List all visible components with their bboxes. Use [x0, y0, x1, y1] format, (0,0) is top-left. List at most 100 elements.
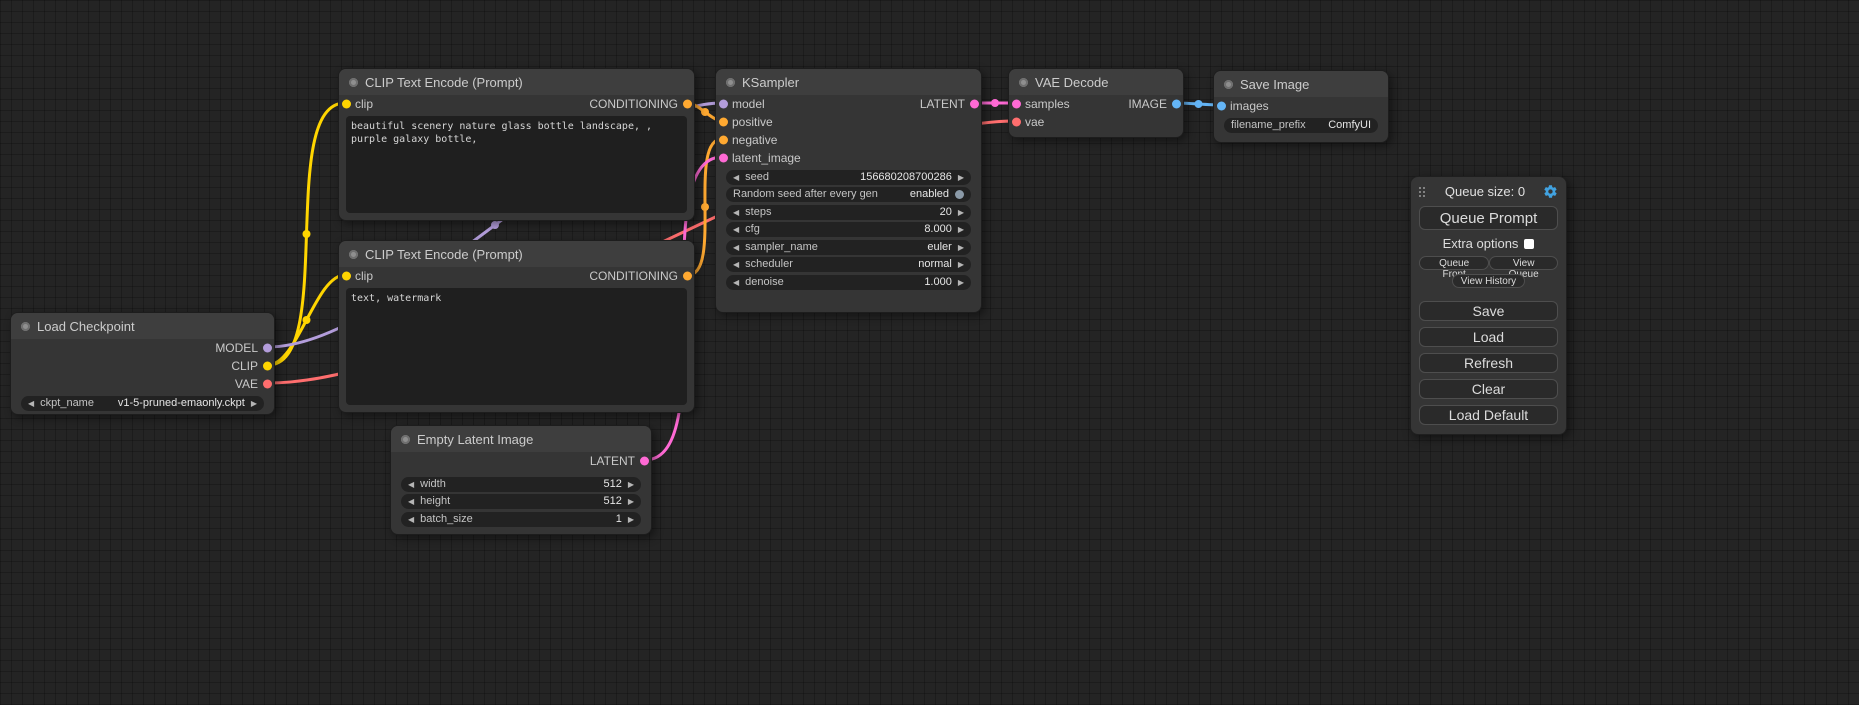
increment-arrow-icon[interactable]: ▶: [628, 512, 634, 527]
output-label: LATENT: [590, 454, 635, 468]
toggle-dot-icon[interactable]: [955, 190, 964, 199]
batch-size-widget[interactable]: ◀ batch_size 1 ▶: [401, 512, 641, 527]
widget-label: width: [420, 477, 446, 492]
next-arrow-icon[interactable]: ▶: [958, 257, 964, 272]
latent-output-dot[interactable]: [640, 457, 649, 466]
steps-widget[interactable]: ◀ steps 20 ▶: [726, 205, 971, 220]
increment-arrow-icon[interactable]: ▶: [628, 477, 634, 492]
view-queue-button[interactable]: View Queue: [1489, 256, 1558, 270]
collapse-dot-icon[interactable]: [726, 78, 735, 87]
extra-options-checkbox[interactable]: [1524, 239, 1534, 249]
node-header[interactable]: CLIP Text Encode (Prompt): [339, 241, 694, 267]
widget-value: euler: [927, 240, 951, 255]
decrement-arrow-icon[interactable]: ◀: [408, 477, 414, 492]
output-label: CONDITIONING: [589, 97, 678, 111]
output-label: IMAGE: [1128, 97, 1167, 111]
node-ksampler[interactable]: KSampler model LATENT positive negative …: [715, 68, 982, 313]
filename-prefix-widget[interactable]: filename_prefix ComfyUI: [1224, 118, 1378, 133]
vae-output-dot[interactable]: [263, 380, 272, 389]
node-vae-decode[interactable]: VAE Decode samples IMAGE vae: [1008, 68, 1184, 138]
decrement-arrow-icon[interactable]: ◀: [733, 222, 739, 237]
conditioning-output-dot[interactable]: [683, 100, 692, 109]
latent-output-dot[interactable]: [970, 100, 979, 109]
decrement-arrow-icon[interactable]: ◀: [408, 512, 414, 527]
images-input-dot[interactable]: [1217, 102, 1226, 111]
node-graph-canvas[interactable]: Load Checkpoint MODEL CLIP VAE ◀ ckpt_na…: [0, 0, 1859, 705]
output-slot-clip: CLIP: [11, 357, 274, 375]
load-button[interactable]: Load: [1419, 327, 1558, 347]
queue-front-button[interactable]: Queue Front: [1419, 256, 1489, 270]
node-header[interactable]: CLIP Text Encode (Prompt): [339, 69, 694, 95]
decrement-arrow-icon[interactable]: ◀: [733, 205, 739, 220]
seed-widget[interactable]: ◀ seed 156680208700286 ▶: [726, 170, 971, 185]
node-header[interactable]: Load Checkpoint: [11, 313, 274, 339]
prompt-textarea[interactable]: text, watermark: [346, 288, 687, 405]
prev-arrow-icon[interactable]: ◀: [733, 257, 739, 272]
collapse-dot-icon[interactable]: [349, 250, 358, 259]
prompt-textarea[interactable]: beautiful scenery nature glass bottle la…: [346, 116, 687, 213]
clip-input-dot[interactable]: [342, 272, 351, 281]
increment-arrow-icon[interactable]: ▶: [628, 494, 634, 509]
queue-menu-panel: Queue size: 0 Queue Prompt Extra options…: [1410, 176, 1567, 435]
vae-input-dot[interactable]: [1012, 118, 1021, 127]
node-clip-text-encode-negative[interactable]: CLIP Text Encode (Prompt) clip CONDITION…: [338, 240, 695, 413]
random-seed-toggle-widget[interactable]: Random seed after every gen enabled: [726, 187, 971, 202]
next-arrow-icon[interactable]: ▶: [958, 240, 964, 255]
drag-handle-icon[interactable]: [1419, 186, 1427, 198]
prev-arrow-icon[interactable]: ◀: [28, 396, 34, 411]
node-header[interactable]: Save Image: [1214, 71, 1388, 97]
collapse-dot-icon[interactable]: [349, 78, 358, 87]
positive-input-dot[interactable]: [719, 118, 728, 127]
settings-gear-icon[interactable]: [1543, 184, 1558, 199]
extra-options-label: Extra options: [1443, 236, 1519, 251]
output-label: CONDITIONING: [589, 269, 678, 283]
view-history-button[interactable]: View History: [1452, 274, 1525, 288]
model-input-dot[interactable]: [719, 100, 728, 109]
refresh-button[interactable]: Refresh: [1419, 353, 1558, 373]
node-header[interactable]: VAE Decode: [1009, 69, 1183, 95]
next-arrow-icon[interactable]: ▶: [251, 396, 257, 411]
widget-label: cfg: [745, 222, 760, 237]
node-header[interactable]: KSampler: [716, 69, 981, 95]
node-clip-text-encode-positive[interactable]: CLIP Text Encode (Prompt) clip CONDITION…: [338, 68, 695, 221]
increment-arrow-icon[interactable]: ▶: [958, 205, 964, 220]
node-empty-latent-image[interactable]: Empty Latent Image LATENT ◀ width 512 ▶ …: [390, 425, 652, 535]
increment-arrow-icon[interactable]: ▶: [958, 275, 964, 290]
increment-arrow-icon[interactable]: ▶: [958, 222, 964, 237]
prev-arrow-icon[interactable]: ◀: [733, 240, 739, 255]
node-header[interactable]: Empty Latent Image: [391, 426, 651, 452]
load-default-button[interactable]: Load Default: [1419, 405, 1558, 425]
clip-output-dot[interactable]: [263, 362, 272, 371]
decrement-arrow-icon[interactable]: ◀: [733, 275, 739, 290]
node-save-image[interactable]: Save Image images filename_prefix ComfyU…: [1213, 70, 1389, 143]
queue-buttons-row: Queue Front View Queue: [1419, 256, 1558, 270]
samples-input-dot[interactable]: [1012, 100, 1021, 109]
collapse-dot-icon[interactable]: [21, 322, 30, 331]
collapse-dot-icon[interactable]: [1019, 78, 1028, 87]
conditioning-output-dot[interactable]: [683, 272, 692, 281]
denoise-widget[interactable]: ◀ denoise 1.000 ▶: [726, 275, 971, 290]
node-title: CLIP Text Encode (Prompt): [365, 75, 523, 90]
latent-image-input-dot[interactable]: [719, 154, 728, 163]
cfg-widget[interactable]: ◀ cfg 8.000 ▶: [726, 222, 971, 237]
image-output-dot[interactable]: [1172, 100, 1181, 109]
width-widget[interactable]: ◀ width 512 ▶: [401, 477, 641, 492]
decrement-arrow-icon[interactable]: ◀: [733, 170, 739, 185]
height-widget[interactable]: ◀ height 512 ▶: [401, 494, 641, 509]
output-label: MODEL: [215, 341, 258, 355]
node-load-checkpoint[interactable]: Load Checkpoint MODEL CLIP VAE ◀ ckpt_na…: [10, 312, 275, 415]
collapse-dot-icon[interactable]: [401, 435, 410, 444]
sampler-name-widget[interactable]: ◀ sampler_name euler ▶: [726, 240, 971, 255]
increment-arrow-icon[interactable]: ▶: [958, 170, 964, 185]
collapse-dot-icon[interactable]: [1224, 80, 1233, 89]
clip-input-dot[interactable]: [342, 100, 351, 109]
model-output-dot[interactable]: [263, 344, 272, 353]
save-button[interactable]: Save: [1419, 301, 1558, 321]
scheduler-widget[interactable]: ◀ scheduler normal ▶: [726, 257, 971, 272]
widget-label: seed: [745, 170, 769, 185]
ckpt-name-widget[interactable]: ◀ ckpt_name v1-5-pruned-emaonly.ckpt ▶: [21, 396, 264, 411]
clear-button[interactable]: Clear: [1419, 379, 1558, 399]
queue-prompt-button[interactable]: Queue Prompt: [1419, 206, 1558, 230]
decrement-arrow-icon[interactable]: ◀: [408, 494, 414, 509]
negative-input-dot[interactable]: [719, 136, 728, 145]
